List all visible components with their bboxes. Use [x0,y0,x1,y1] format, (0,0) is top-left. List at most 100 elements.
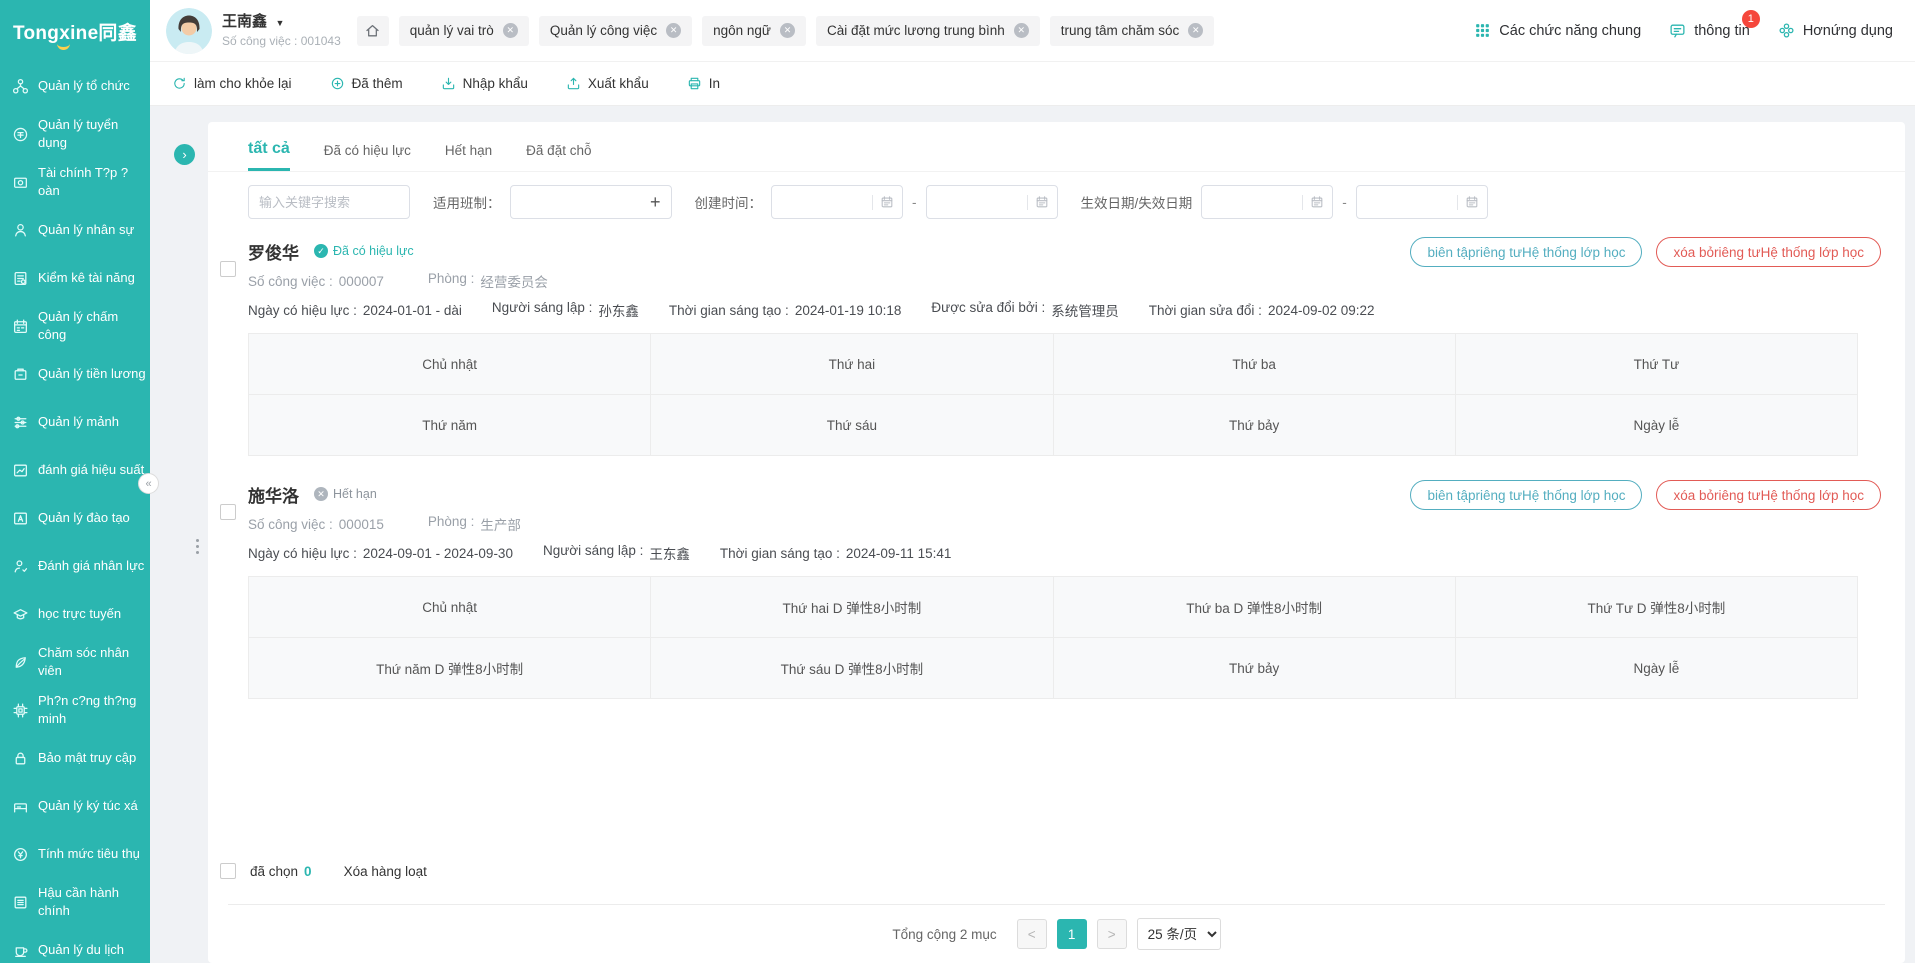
home-button[interactable] [357,16,389,46]
filter-chip[interactable]: Quản lý công việc ✕ [539,16,692,46]
selected-label: đã chọn [250,864,298,879]
header-actions: Các chức năng chung thông tin 1 Hơnứng d… [1474,22,1893,39]
record-list: 罗俊华 ✓ Đã có hiệu lực biên tậpriêng tưHệ … [208,229,1905,715]
schedule-table: Chủ nhậtThứ haiThứ baThứ TưThứ nămThứ sá… [248,333,1858,456]
record-meta: Ngày có hiệu lực :2024-01-01 - dàiNgười … [248,295,1905,325]
sidebar-item-coin[interactable]: Tính mức tiêu thụ [0,830,150,878]
export-toolbar-button[interactable]: Xuất khẩu [566,76,649,91]
close-icon[interactable]: ✕ [1188,23,1203,38]
record: 罗俊华 ✓ Đã có hiệu lực biên tậpriêng tưHệ … [208,229,1905,456]
next-page-button[interactable]: > [1097,919,1127,949]
select-all-checkbox[interactable] [220,863,236,879]
logo-smile-decoration [57,41,70,50]
search-input[interactable] [248,185,410,219]
created-start-date-input[interactable] [771,185,903,219]
edit-button[interactable]: biên tậpriêng tưHệ thống lớp học [1410,237,1642,267]
print-toolbar-button[interactable]: In [687,76,720,91]
schedule-cell: Thứ năm [249,395,651,456]
schedule-cell: Thứ bảy [1053,395,1455,456]
schedule-cell: Chủ nhật [249,334,651,395]
assess-icon [12,558,29,575]
record-checkbox[interactable] [220,261,236,277]
status-icon: ✓ [314,244,328,258]
lock-icon [12,750,29,767]
effective-end-date-input[interactable] [1356,185,1488,219]
sidebar-item-leaf[interactable]: Chăm sóc nhân viên [0,638,150,686]
date-range-separator: - [912,195,917,210]
app-logo[interactable]: Tongxine同鑫 [0,0,150,62]
top-header: 王南鑫 ▼ Số công việc : 001043 quản lý vai … [150,0,1915,62]
sidebar-item-recruit[interactable]: Quản lý tuyển dụng [0,110,150,158]
add-icon [330,76,345,91]
finance-icon [12,174,29,191]
more-apps-button[interactable]: Hơnứng dụng [1778,22,1893,39]
prev-page-button[interactable]: < [1017,919,1047,949]
tab-3[interactable]: Hết hạn [445,143,492,171]
sidebar-item-salary[interactable]: Quản lý tiền lương [0,350,150,398]
sidebar-item-calendar[interactable]: Quản lý chấm công [0,302,150,350]
sidebar-item-cap[interactable]: học trực tuyến [0,590,150,638]
avatar[interactable] [166,8,212,54]
app-logo-text: Tongxine同鑫 [13,18,137,45]
common-functions-button[interactable]: Các chức năng chung [1474,22,1641,39]
delete-button[interactable]: xóa bỏriêng tưHệ thống lớp học [1656,237,1881,267]
refresh-toolbar-button[interactable]: làm cho khỏe lại [172,76,292,91]
sidebar-item-training[interactable]: Quản lý đào tạo [0,494,150,542]
sidebar-item-assess[interactable]: Đánh giá nhân lực [0,542,150,590]
user-block[interactable]: 王南鑫 ▼ Số công việc : 001043 [222,12,341,49]
sidebar-item-sliders[interactable]: Quản lý mảnh [0,398,150,446]
import-toolbar-button[interactable]: Nhập khẩu [441,76,528,91]
filter-chip[interactable]: trung tâm chăm sóc ✕ [1050,16,1215,46]
home-icon [364,22,381,39]
meta-item: Ngày có hiệu lực :2024-09-01 - 2024-09-3… [248,546,513,561]
close-icon[interactable]: ✕ [666,23,681,38]
sidebar-item-lock[interactable]: Bảo mật truy cập [0,734,150,782]
sidebar-item-bed[interactable]: Quản lý ký túc xá [0,782,150,830]
schedule-cell: Thứ Tư [1455,334,1857,395]
selected-count: 0 [304,864,312,879]
filter-chip[interactable]: quản lý vai trò ✕ [399,16,529,46]
calendar-icon [1035,195,1049,209]
edit-button[interactable]: biên tậpriêng tưHệ thống lớp học [1410,480,1642,510]
close-icon[interactable]: ✕ [503,23,518,38]
plus-icon[interactable]: + [650,193,661,211]
calendar-icon [880,195,894,209]
status-tabs: tất cả Đã có hiệu lực Hết hạn Đã đặt chỗ [208,122,1905,172]
sidebar-item-finance[interactable]: Tài chính T?p ?oàn [0,158,150,206]
collapse-sidebar-button[interactable]: « [138,473,159,494]
chip-icon [12,702,29,719]
sidebar-item-cup[interactable]: Quản lý du lịch [0,926,150,963]
sidebar-item-doc[interactable]: Hậu cần hành chính [0,878,150,926]
chat-icon [1669,22,1686,39]
sidebar-menu: Quản lý tổ chức Quản lý tuyển dụng Tài c… [0,62,150,963]
close-icon[interactable]: ✕ [780,23,795,38]
shift-select-input[interactable]: + [510,185,672,219]
current-page-button[interactable]: 1 [1057,919,1087,949]
filter-chip[interactable]: Cài đặt mức lương trung bình ✕ [816,16,1040,46]
sidebar-item-chip[interactable]: Ph?n c?ng th?ng minh [0,686,150,734]
close-icon[interactable]: ✕ [1014,23,1029,38]
sidebar-item-person[interactable]: Quản lý nhân sự [0,206,150,254]
filter-chip[interactable]: ngôn ngữ ✕ [702,16,806,46]
sidebar-item-org[interactable]: Quản lý tổ chức [0,62,150,110]
page-size-select[interactable]: 25 条/页 [1137,918,1221,950]
drag-handle[interactable] [196,536,200,557]
tab-4[interactable]: Đã đặt chỗ [526,143,591,171]
batch-delete-button[interactable]: Xóa hàng loạt [344,864,427,879]
record-checkbox[interactable] [220,504,236,520]
add-toolbar-button[interactable]: Đã thêm [330,76,403,91]
record-fields: Số công việc :000007 Phòng :经营委员会 [248,267,1905,295]
schedule-cell: Chủ nhật [249,577,651,638]
effective-start-date-input[interactable] [1201,185,1333,219]
sidebar-item-chart[interactable]: đánh giá hiệu suất [0,446,150,494]
created-end-date-input[interactable] [926,185,1058,219]
expand-panel-button[interactable]: › [174,144,195,165]
import-icon [441,76,456,91]
tab-1[interactable]: tất cả [248,140,290,171]
tab-2[interactable]: Đã có hiệu lực [324,143,411,171]
effective-date-label: 生效日期/失效日期 [1081,192,1193,212]
messages-button[interactable]: thông tin 1 [1669,22,1750,39]
sidebar-item-talent[interactable]: Kiểm kê tài năng [0,254,150,302]
bed-icon [12,798,29,815]
delete-button[interactable]: xóa bỏriêng tưHệ thống lớp học [1656,480,1881,510]
